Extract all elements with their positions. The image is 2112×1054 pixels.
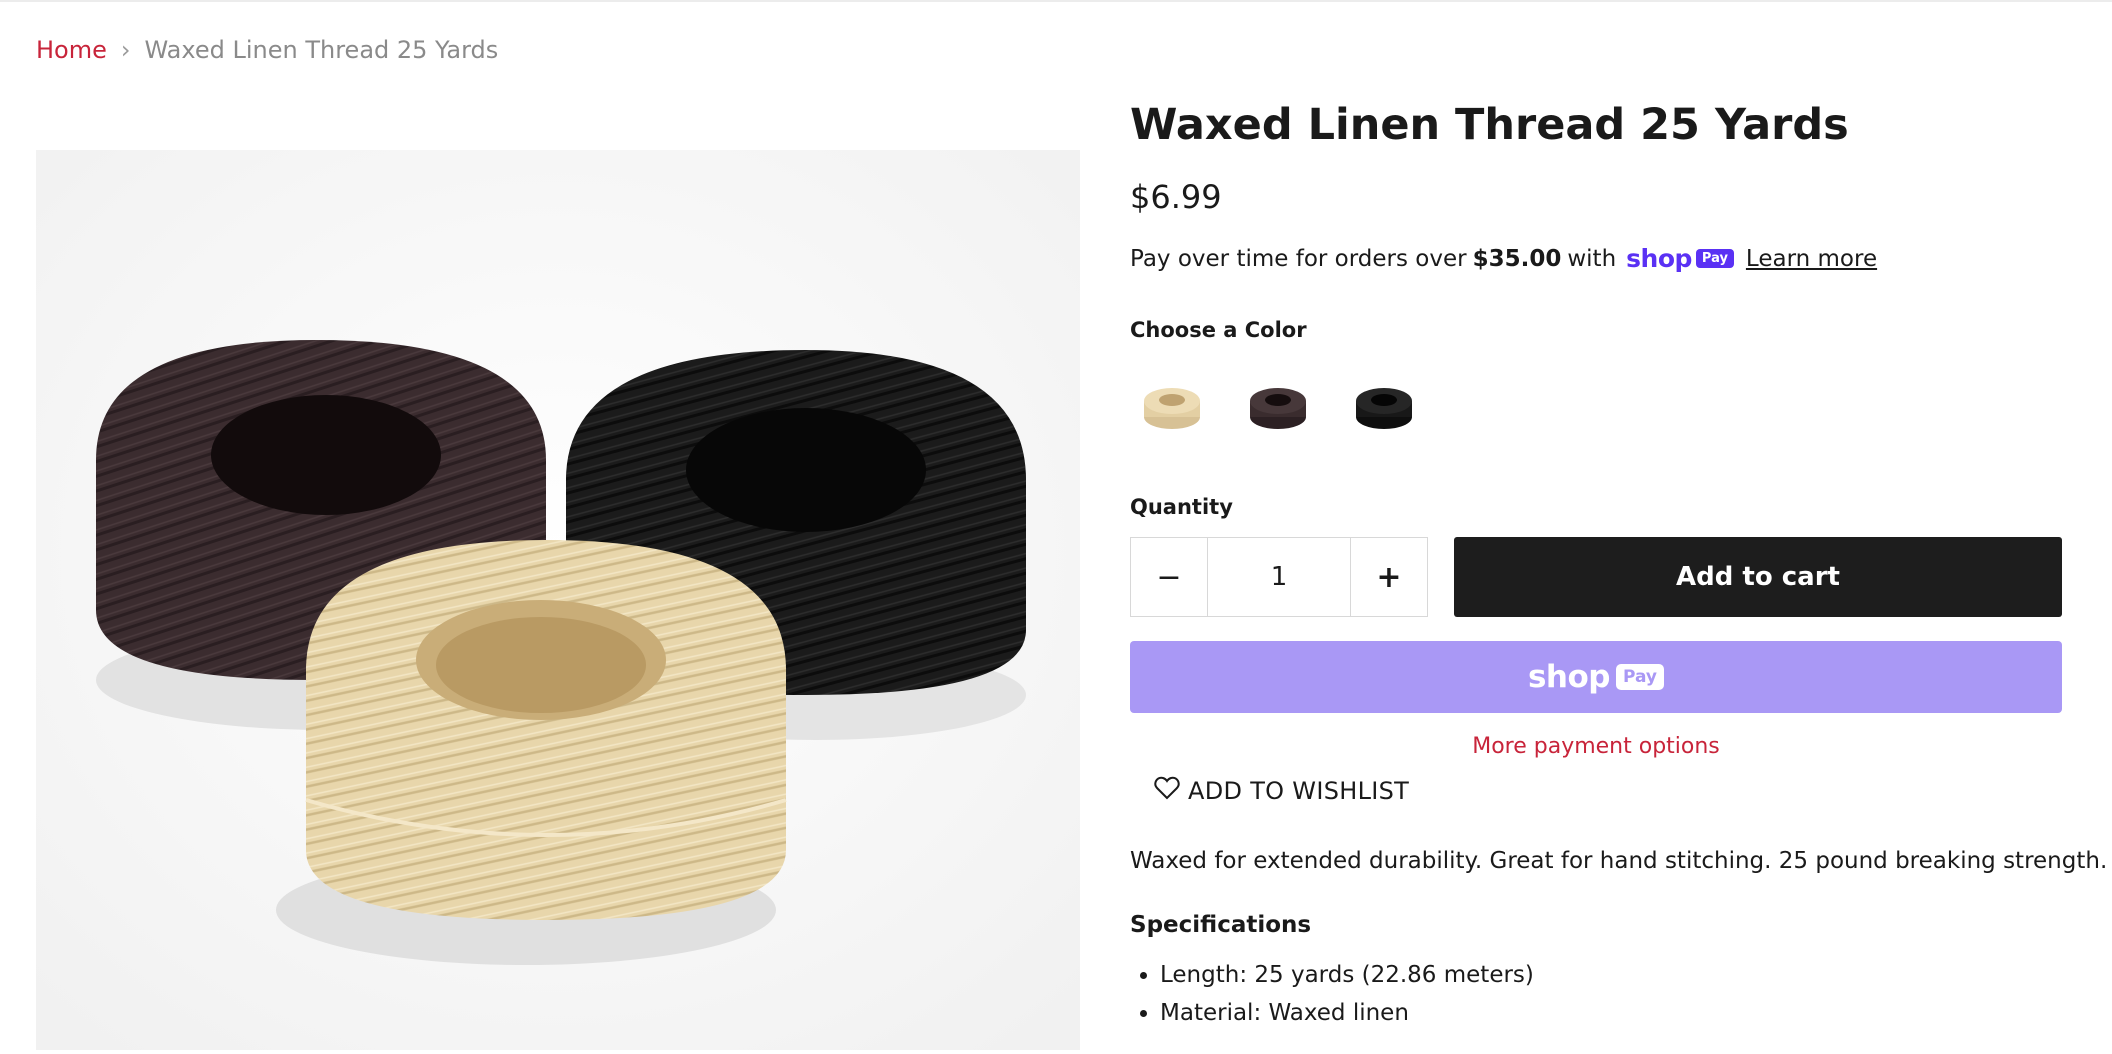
installments-with: with xyxy=(1567,245,1617,272)
quantity-label: Quantity xyxy=(1130,495,1233,519)
specifications-list: Length: 25 yards (22.86 meters) Material… xyxy=(1130,962,1534,1038)
add-to-cart-button[interactable]: Add to cart xyxy=(1454,537,2062,617)
breadcrumb-current: Waxed Linen Thread 25 Yards xyxy=(144,36,499,64)
product-title: Waxed Linen Thread 25 Yards xyxy=(1130,100,1849,150)
shop-pay-button[interactable]: shop Pay xyxy=(1130,641,2062,713)
product-description: Waxed for extended durability. Great for… xyxy=(1130,848,2108,874)
shop-pay-button-word: shop xyxy=(1527,659,1611,695)
installments-text: Pay over time for orders over xyxy=(1130,245,1467,272)
learn-more-link[interactable]: Learn more xyxy=(1746,246,1877,272)
shop-pay-logo-pill: Pay xyxy=(1695,249,1734,268)
spec-item: Length: 25 yards (22.86 meters) xyxy=(1160,962,1534,988)
spec-item: Material: Waxed linen xyxy=(1160,1000,1534,1026)
shop-pay-logo: shop Pay xyxy=(1626,244,1734,273)
color-swatches xyxy=(1130,372,1426,442)
chevron-right-icon: › xyxy=(120,36,131,64)
product-image[interactable] xyxy=(36,150,1080,1050)
swatch-natural[interactable] xyxy=(1130,372,1214,442)
product-info: Waxed Linen Thread 25 Yards $6.99 Pay ov… xyxy=(1130,100,2107,1026)
heart-icon xyxy=(1154,776,1180,806)
specifications-heading: Specifications xyxy=(1130,912,1312,938)
installments-amount: $35.00 xyxy=(1472,245,1562,272)
wishlist-label: ADD TO WISHLIST xyxy=(1188,777,1410,805)
breadcrumb: Home › Waxed Linen Thread 25 Yards xyxy=(36,36,498,64)
color-label: Choose a Color xyxy=(1130,318,1307,342)
more-payment-options-link[interactable]: More payment options xyxy=(1130,734,2062,759)
swatch-brown[interactable] xyxy=(1236,372,1320,442)
quantity-decrease-button[interactable]: − xyxy=(1131,538,1208,616)
shop-pay-button-pill: Pay xyxy=(1615,664,1665,690)
breadcrumb-home-link[interactable]: Home xyxy=(36,36,107,64)
product-price: $6.99 xyxy=(1130,178,1222,216)
shop-pay-logo-word: shop xyxy=(1626,244,1692,273)
quantity-increase-button[interactable]: + xyxy=(1350,538,1427,616)
quantity-input[interactable] xyxy=(1208,538,1350,616)
shop-pay-installments: Pay over time for orders over $35.00 wit… xyxy=(1130,244,1877,273)
quantity-stepper: − + xyxy=(1130,537,1428,617)
top-divider xyxy=(0,0,2112,2)
add-to-wishlist-button[interactable]: ADD TO WISHLIST xyxy=(1154,776,1409,806)
swatch-black[interactable] xyxy=(1342,372,1426,442)
